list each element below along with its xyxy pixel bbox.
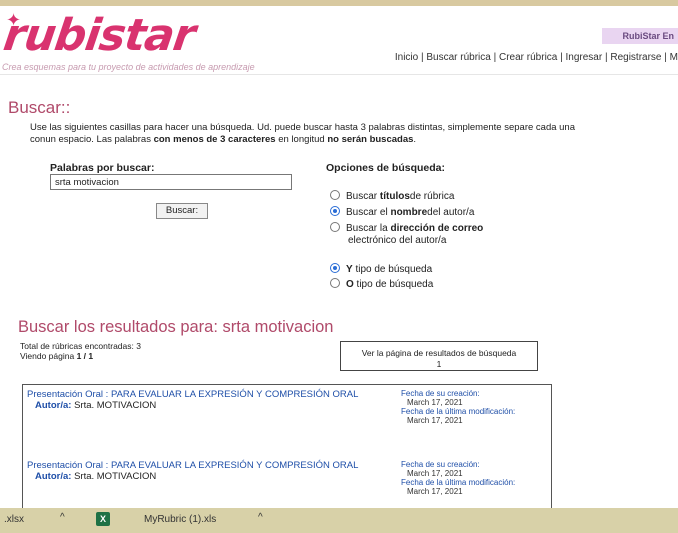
page-label: Viendo página	[20, 351, 77, 361]
results-total: Total de rúbricas encontradas: 3	[20, 341, 141, 351]
site-tagline: Crea esquemas para tu proyecto de activi…	[2, 62, 255, 72]
created-date: March 17, 2021	[407, 469, 463, 478]
author-name: Srta. MOTIVACION	[74, 400, 157, 411]
created-label: Fecha de su creación:	[401, 389, 480, 398]
option-or-search[interactable]: O tipo de búsqueda	[330, 278, 433, 291]
search-label: Palabras por buscar:	[50, 162, 155, 174]
author-label: Autor/a:	[35, 471, 72, 482]
results-list: Presentación Oral : PARA EVALUAR LA EXPR…	[22, 384, 552, 509]
opt-text: Buscar la	[346, 223, 391, 234]
modified-date: March 17, 2021	[407, 487, 463, 496]
page-value: 1 / 1	[76, 351, 94, 361]
site-logo[interactable]: rubistar	[0, 10, 197, 61]
opt-text: Buscar	[346, 191, 380, 202]
download-item-myrubric[interactable]: MyRubric (1).xls	[144, 514, 216, 525]
language-badge[interactable]: RubiStar En	[602, 28, 678, 44]
nav-more[interactable]: M	[670, 52, 678, 63]
opt-text-line2: electrónico del autor/a	[348, 235, 447, 246]
created-date: March 17, 2021	[407, 398, 463, 407]
option-search-titles[interactable]: Buscar títulosde rúbrica	[330, 190, 454, 203]
modified-date: March 17, 2021	[407, 416, 463, 425]
rubric-dates: Fecha de su creación: March 17, 2021 Fec…	[401, 460, 515, 496]
opt-bold: nombre	[390, 207, 428, 218]
rubric-title-link[interactable]: Presentación Oral : PARA EVALUAR LA EXPR…	[27, 389, 358, 400]
chevron-up-icon[interactable]: ^	[60, 512, 65, 523]
search-button[interactable]: Buscar:	[156, 203, 208, 219]
view-results-page-number: 1	[436, 359, 442, 369]
opt-text: Buscar el	[346, 207, 391, 218]
option-search-author-name[interactable]: Buscar el nombredel autor/a	[330, 206, 474, 219]
results-page-indicator: Viendo página 1 / 1	[20, 351, 141, 361]
rubric-author: Autor/a: Srta. MOTIVACION	[35, 471, 156, 482]
author-label: Autor/a:	[35, 400, 72, 411]
nav-registrarse[interactable]: Registrarse	[610, 52, 661, 63]
intro-bold-2: no serán buscadas	[327, 134, 414, 145]
site-header: ✦ rubistar Crea esquemas para tu proyect…	[0, 6, 678, 74]
search-instructions: Use las siguientes casillas para hacer u…	[30, 122, 590, 146]
options-heading: Opciones de búsqueda:	[326, 162, 446, 174]
radio-author-name[interactable]	[330, 206, 340, 216]
opt-text: tipo de búsqueda	[353, 279, 434, 290]
intro-text-2: en longitud	[275, 134, 328, 145]
author-name: Srta. MOTIVACION	[74, 471, 157, 482]
created-label: Fecha de su creación:	[401, 460, 480, 469]
header-divider	[0, 74, 678, 75]
opt-bold: títulos	[379, 191, 410, 202]
search-input[interactable]	[50, 174, 292, 190]
download-bar: .xlsx ^ X MyRubric (1).xls ^	[0, 508, 678, 533]
intro-bold-1: con menos de 3 caracteres	[153, 134, 276, 145]
radio-author-email[interactable]	[330, 222, 340, 232]
opt-bold: dirección de correo	[390, 223, 484, 234]
option-and-search[interactable]: Y tipo de búsqueda	[330, 263, 432, 276]
rubric-title-link[interactable]: Presentación Oral : PARA EVALUAR LA EXPR…	[27, 460, 358, 471]
radio-or[interactable]	[330, 278, 340, 288]
top-nav: Inicio | Buscar rúbrica | Crear rúbrica …	[394, 52, 678, 63]
radio-and[interactable]	[330, 263, 340, 273]
view-results-page-link[interactable]: Ver la página de resultados de búsqueda …	[340, 341, 538, 371]
radio-titles[interactable]	[330, 190, 340, 200]
download-item-xlsx[interactable]: .xlsx	[4, 514, 24, 525]
results-heading: Buscar los resultados para: srta motivac…	[18, 318, 334, 336]
nav-ingresar[interactable]: Ingresar	[566, 52, 603, 63]
opt-bold: O	[346, 279, 354, 290]
opt-text: tipo de búsqueda	[352, 264, 433, 275]
rubric-author: Autor/a: Srta. MOTIVACION	[35, 400, 156, 411]
nav-crear-rubrica[interactable]: Crear rúbrica	[499, 52, 557, 63]
results-summary: Total de rúbricas encontradas: 3 Viendo …	[20, 341, 141, 361]
view-results-label: Ver la página de resultados de búsqueda	[361, 348, 517, 358]
excel-file-icon: X	[96, 512, 110, 526]
search-heading: Buscar::	[8, 98, 71, 117]
rubric-dates: Fecha de su creación: March 17, 2021 Fec…	[401, 389, 515, 425]
modified-label: Fecha de la última modificación:	[401, 407, 516, 416]
opt-text: del autor/a	[427, 207, 475, 218]
nav-buscar-rubrica[interactable]: Buscar rúbrica	[426, 52, 490, 63]
chevron-up-icon[interactable]: ^	[258, 512, 263, 523]
option-search-author-email[interactable]: Buscar la dirección de correo electrónic…	[330, 222, 483, 247]
nav-inicio[interactable]: Inicio	[395, 52, 418, 63]
modified-label: Fecha de la última modificación:	[401, 478, 516, 487]
opt-bold: Y	[346, 264, 353, 275]
intro-text-3: .	[413, 134, 417, 145]
opt-text: de rúbrica	[409, 191, 455, 202]
